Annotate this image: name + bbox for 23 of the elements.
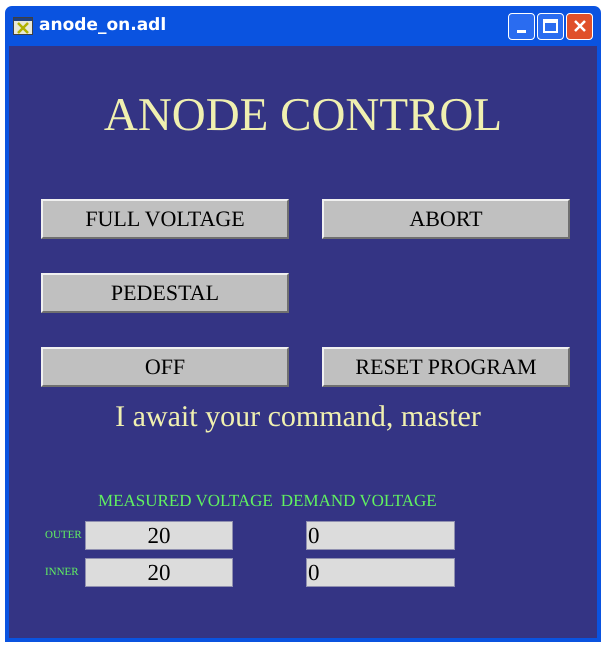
app-icon (13, 17, 33, 35)
maximize-button[interactable] (537, 12, 564, 40)
command-button[interactable]: OFF (41, 347, 289, 387)
minimize-icon (517, 30, 526, 32)
command-button[interactable]: FULL VOLTAGE (41, 199, 289, 239)
close-button[interactable] (566, 12, 593, 40)
heading: ANODE CONTROL (104, 92, 502, 139)
demand-value: 0 (306, 558, 455, 587)
command-button[interactable]: ABORT (322, 199, 570, 239)
measured-value: 20 (85, 521, 233, 550)
status-message: I await your command, master (115, 402, 481, 432)
measured-value: 20 (85, 558, 233, 587)
command-button[interactable]: RESET PROGRAM (322, 347, 570, 387)
minimize-button[interactable] (508, 12, 535, 40)
maximize-icon (543, 19, 558, 33)
row-label: INNER (44, 567, 80, 578)
window-title: anode_on.adl (39, 14, 166, 38)
close-icon (572, 19, 586, 33)
column-header: DEMAND VOLTAGE (280, 492, 437, 509)
column-header: MEASURED VOLTAGE (98, 492, 273, 509)
row-label: OUTER (44, 530, 83, 541)
demand-value: 0 (306, 521, 455, 550)
command-button[interactable]: PEDESTAL (41, 273, 289, 313)
